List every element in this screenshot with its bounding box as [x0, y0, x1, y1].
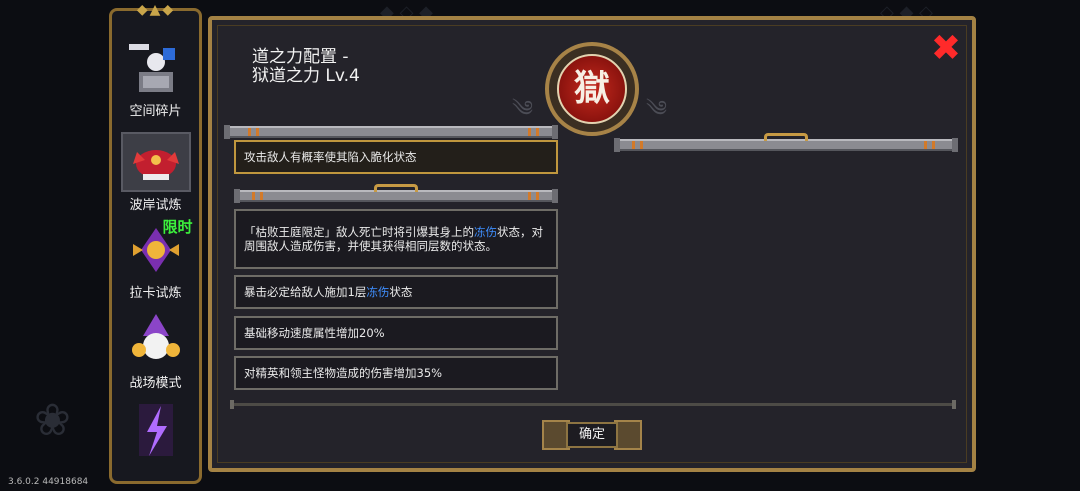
limited-time-badge: 限时 — [162, 218, 193, 236]
sidebar-item-space-fragment[interactable]: 空间碎片 — [117, 38, 194, 122]
effect-box: 对精英和领主怪物造成的伤害增加35% — [234, 356, 558, 390]
scroll-rail — [234, 184, 558, 203]
sidebar-item-label: 拉卡试炼 — [129, 286, 182, 301]
main-effect-box: 攻击敌人有概率使其陷入脆化状态 — [234, 140, 558, 174]
sidebar-item-label: 空间碎片 — [129, 104, 182, 119]
cloud-ornament-icon: ༄ — [646, 97, 668, 122]
bottom-divider — [230, 400, 956, 409]
sidebar-item-wave-trial[interactable]: 波岸试炼 — [117, 132, 194, 216]
title-line-2: 狱道之力 Lv.4 — [252, 66, 360, 86]
effect-text: 对精英和领主怪物造成的伤害增加35% — [244, 366, 443, 380]
sidebar-item-label: 战场模式 — [129, 376, 182, 391]
main-effect-text: 攻击敌人有概率使其陷入脆化状态 — [244, 150, 417, 164]
frostbite-keyword: 冻伤 — [366, 285, 390, 299]
effect-text: 「枯败王庭限定」敌人死亡时将引爆其身上的冻伤状态，对周围敌人造成伤害，并使其获得… — [244, 225, 543, 253]
wave-trial-icon — [120, 132, 191, 192]
title-line-1: 道之力配置 - — [252, 47, 349, 67]
frostbite-keyword: 冻伤 — [474, 225, 497, 239]
button-wing-right — [614, 420, 642, 450]
sidebar-item-lightning[interactable] — [117, 400, 194, 484]
lightning-icon — [121, 400, 191, 460]
laka-trial-icon: 限时 — [121, 218, 193, 280]
sidebar-item-laka-trial[interactable]: 限时 拉卡试炼 — [117, 218, 194, 304]
effect-text: 暴击必定给敌人施加1层冻伤状态 — [244, 285, 413, 299]
battlefield-icon — [121, 310, 191, 370]
lotus-watermark-icon: ❀ — [34, 395, 71, 446]
emblem-character: 獄 — [573, 68, 610, 109]
effect-box: 暴击必定给敌人施加1层冻伤状态 — [234, 275, 558, 309]
effect-text: 基础移动速度属性增加20% — [244, 326, 385, 340]
space-fragment-icon — [121, 38, 191, 98]
prison-path-emblem: 獄 — [545, 42, 639, 136]
dialog-title: 道之力配置 - 狱道之力 Lv.4 — [252, 48, 360, 86]
confirm-button[interactable]: 确定 — [542, 416, 642, 454]
scroll-rail — [224, 125, 558, 139]
confirm-label: 确定 — [566, 422, 618, 448]
close-icon[interactable]: ✖ — [930, 31, 962, 67]
sidebar-crown-ornament: ◆▲◆ — [136, 2, 176, 18]
sidebar-item-label: 波岸试炼 — [129, 198, 182, 213]
effect-box: 基础移动速度属性增加20% — [234, 316, 558, 350]
version-text: 3.6.0.2 44918684 — [8, 477, 89, 487]
effect-box: 「枯败王庭限定」敌人死亡时将引爆其身上的冻伤状态，对周围敌人造成伤害，并使其获得… — [234, 209, 558, 269]
sidebar-item-battlefield[interactable]: 战场模式 — [117, 310, 194, 394]
scroll-rail — [614, 133, 958, 152]
